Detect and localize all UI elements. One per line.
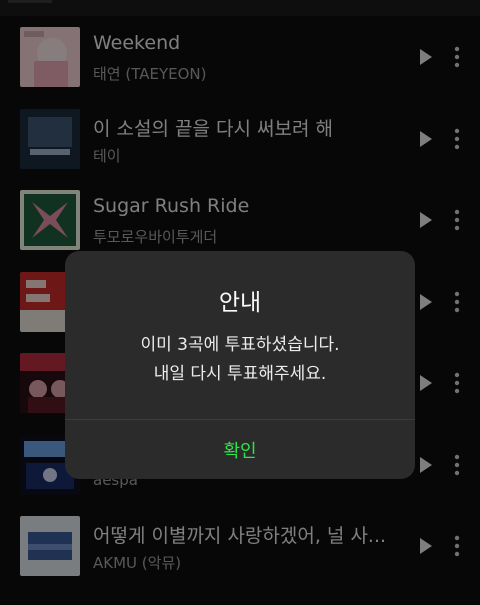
- dialog-title: 안내: [218, 290, 262, 316]
- confirm-button[interactable]: 확인: [65, 420, 415, 479]
- dialog-message-line1: 이미 3곡에 투표하셨습니다.: [140, 335, 340, 355]
- dialog-message: 이미 3곡에 투표하셨습니다. 내일 다시 투표해주세요.: [65, 331, 415, 389]
- dialog-message-line2: 내일 다시 투표해주세요.: [153, 364, 327, 384]
- notice-dialog: 안내 이미 3곡에 투표하셨습니다. 내일 다시 투표해주세요. 확인: [65, 251, 415, 479]
